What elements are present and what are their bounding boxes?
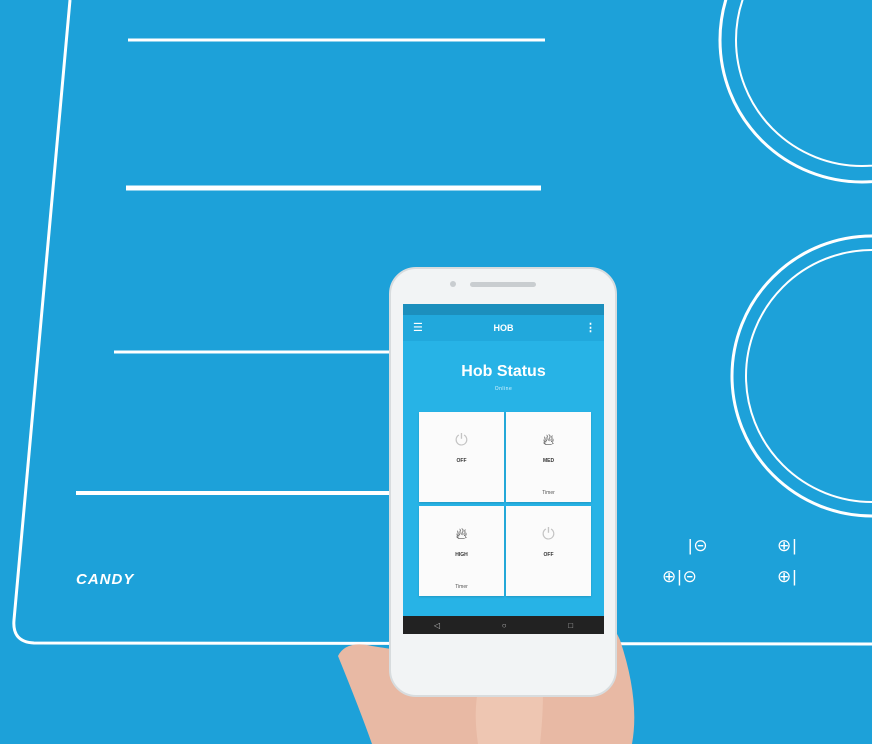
zone-label: OFF: [456, 458, 467, 464]
flame-icon: 🔥︎: [542, 432, 555, 449]
zone-label: MED: [542, 458, 555, 464]
status-bar: [403, 304, 604, 315]
android-nav-bar: ◁ ○ □: [403, 616, 604, 634]
zone-tile-4[interactable]: ⏻ OFF: [506, 506, 591, 596]
zone-label: OFF: [543, 552, 554, 558]
menu-icon[interactable]: ☰: [413, 315, 423, 341]
app-bar: ☰ HOB ⋮: [403, 315, 604, 341]
hob-control-row1-left[interactable]: |⊝: [688, 536, 709, 556]
hob-status-subtitle: Online: [494, 386, 513, 392]
zone-tile-2[interactable]: 🔥︎ MED Timer: [506, 412, 591, 502]
back-icon[interactable]: ◁: [434, 621, 440, 630]
power-icon: ⏻: [455, 432, 468, 449]
hob-control-row2-right[interactable]: ⊕|: [777, 567, 798, 587]
app-title: HOB: [493, 323, 514, 333]
hob-control-row1-right[interactable]: ⊕|: [777, 536, 798, 556]
home-icon[interactable]: ○: [502, 621, 507, 630]
more-options-icon[interactable]: ⋮: [585, 315, 596, 341]
recent-apps-icon[interactable]: □: [568, 621, 573, 630]
flame-icon: 🔥︎: [455, 526, 468, 543]
zone-label: HIGH: [455, 552, 468, 558]
hob-status-title: Hob Status: [461, 363, 546, 380]
power-icon: ⏻: [542, 526, 555, 543]
timer-label[interactable]: Timer: [419, 584, 504, 590]
zone-tile-3[interactable]: 🔥︎ HIGH Timer: [419, 506, 504, 596]
phone-camera: [450, 281, 456, 287]
candy-logo: CANDY: [76, 571, 135, 588]
zone-tiles: ⏻ OFF 🔥︎ MED Timer 🔥︎ HIGH Timer ⏻ OFF: [419, 412, 591, 596]
phone-screen: ☰ HOB ⋮ Hob Status Online ⏻ OFF 🔥︎ MED T…: [403, 304, 604, 634]
zone-tile-1[interactable]: ⏻ OFF: [419, 412, 504, 502]
hob-control-row2-left[interactable]: ⊕|⊝: [662, 567, 698, 587]
phone-speaker: [470, 282, 536, 287]
timer-label[interactable]: Timer: [506, 490, 591, 496]
